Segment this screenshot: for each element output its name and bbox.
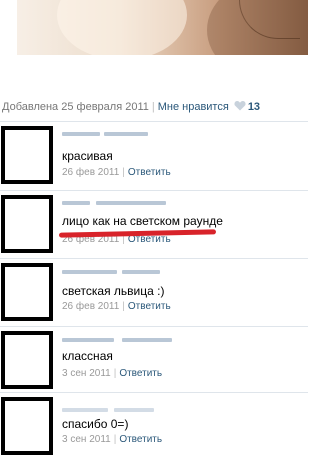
reply-link[interactable]: Ответить (128, 167, 171, 178)
avatar[interactable] (1, 331, 53, 389)
divider (0, 392, 308, 393)
separator: | (122, 301, 125, 312)
divider (0, 121, 308, 122)
author-name-part (122, 270, 160, 274)
divider (0, 326, 308, 327)
author-name-part (62, 270, 117, 274)
author-name-part (62, 338, 114, 342)
author-name-part (62, 201, 90, 205)
author-name-part (62, 132, 100, 136)
comment-author[interactable] (62, 130, 182, 138)
avatar[interactable] (1, 195, 53, 253)
author-name-part (62, 408, 108, 412)
avatar[interactable] (1, 126, 53, 184)
separator: | (122, 167, 125, 178)
comment-meta: 3 сен 2011 | Ответить (62, 368, 162, 380)
comment-meta: 26 фев 2011 | Ответить (62, 167, 171, 179)
reply-link[interactable]: Ответить (119, 368, 162, 379)
photo-highlight (57, 0, 187, 55)
comment-date: 3 сен 2011 (62, 434, 111, 445)
added-date: Добавлена 25 февраля 2011 (2, 101, 149, 113)
comment-date: 26 фев 2011 (62, 301, 120, 312)
author-name-part (96, 201, 166, 205)
comment-meta: 26 фев 2011 | Ответить (62, 301, 171, 313)
comment-date: 26 фев 2011 (62, 167, 120, 178)
comment-author[interactable] (62, 268, 182, 276)
like-count[interactable]: 13 (248, 101, 260, 113)
reply-link[interactable]: Ответить (119, 434, 162, 445)
post-meta: Добавлена 25 февраля 2011 | Мне нравится 13 (2, 99, 260, 115)
author-name-part (114, 408, 154, 412)
separator: | (151, 101, 155, 113)
comment-text: спасибо 0=) (62, 417, 129, 431)
avatar[interactable] (1, 397, 53, 455)
comment-date: 3 сен 2011 (62, 368, 111, 379)
comment-author[interactable] (62, 199, 182, 207)
divider (0, 258, 308, 259)
comment-author[interactable] (62, 336, 182, 344)
separator: | (113, 434, 117, 445)
divider (0, 190, 308, 191)
heart-icon[interactable] (234, 100, 246, 116)
comment-text: классная (62, 349, 113, 363)
separator: | (113, 368, 117, 379)
author-name-part (104, 132, 148, 136)
comment-author[interactable] (62, 406, 182, 414)
comment-meta: 3 сен 2011 | Ответить (62, 434, 162, 446)
avatar[interactable] (1, 263, 53, 321)
like-button[interactable]: Мне нравится (158, 101, 229, 113)
reply-link[interactable]: Ответить (128, 301, 171, 312)
comment-text: лицо как на светском раунде (62, 214, 223, 228)
comment-text: красивая (62, 149, 113, 163)
author-name-part (122, 338, 172, 342)
comment-text: светская львица :) (62, 284, 165, 298)
post-photo[interactable] (17, 0, 308, 55)
